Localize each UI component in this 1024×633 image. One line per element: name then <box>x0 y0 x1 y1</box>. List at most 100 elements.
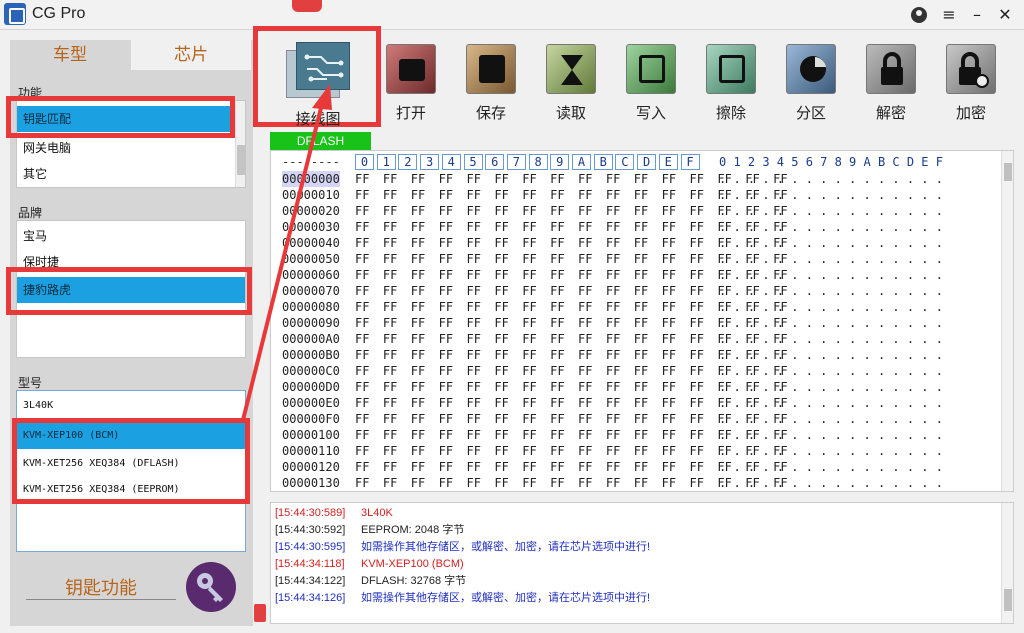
decrypt-button[interactable]: 解密 <box>860 44 922 126</box>
erase-button[interactable]: 擦除 <box>700 44 762 126</box>
hex-ascii-row: . . . . . . . . . . . . . . . . <box>719 204 943 218</box>
log-message: 3L40K <box>361 507 393 519</box>
write-label: 写入 <box>635 104 666 122</box>
key-function-label[interactable]: 钥匙功能 <box>26 574 176 600</box>
hex-ascii-row: . . . . . . . . . . . . . . . . <box>719 332 943 346</box>
hex-ascii-row: . . . . . . . . . . . . . . . . <box>719 316 943 330</box>
hex-column-header: 6 <box>485 154 505 170</box>
hex-address: 000000E0 <box>282 396 340 410</box>
hex-column-header: D <box>637 154 657 170</box>
hex-column-header: C <box>615 154 635 170</box>
function-item[interactable]: 其它 <box>17 161 245 187</box>
hex-ascii-row: . . . . . . . . . . . . . . . . <box>719 300 943 314</box>
tab-chip[interactable]: 芯片 <box>131 40 251 70</box>
hex-ascii-row: . . . . . . . . . . . . . . . . <box>719 188 943 202</box>
log-panel: [15:44:30:589] 3L40K [15:44:30:592] EEPROM:… <box>270 502 1014 624</box>
memory-type-tag[interactable]: DFLASH <box>270 132 371 150</box>
partition-label: 分区 <box>795 104 826 122</box>
log-scrollbar[interactable] <box>1001 503 1013 623</box>
log-message: 如需操作其他存储区，或解密、加密，请在芯片选项中进行! <box>361 592 651 604</box>
hex-column-header: B <box>593 154 613 170</box>
read-label: 读取 <box>555 104 586 122</box>
usb-icon <box>254 604 266 622</box>
ascii-header: 0 1 2 3 4 5 6 7 8 9 A B C D E F <box>719 155 943 169</box>
user-icon[interactable] <box>908 4 930 26</box>
circuit-board-icon <box>286 40 350 100</box>
log-timestamp: [15:44:30:595] <box>275 541 346 553</box>
hex-ascii-row: . . . . . . . . . . . . . . . . <box>719 460 943 474</box>
function-scrollbar[interactable] <box>235 101 245 187</box>
pie-chart-icon <box>786 44 836 94</box>
hex-column-header: 7 <box>506 154 526 170</box>
hex-address: 00000130 <box>282 476 340 490</box>
hex-scrollbar[interactable] <box>1001 151 1013 491</box>
brand-label: 品牌 <box>18 206 43 220</box>
hex-ascii-row: . . . . . . . . . . . . . . . . <box>719 252 943 266</box>
wiring-diagram-button[interactable]: 接线图 <box>282 38 354 128</box>
hex-header-dash: -------- <box>282 155 340 169</box>
hex-editor[interactable]: -------- 0123456789ABCDEF 0 1 2 3 4 5 6 … <box>270 150 1014 492</box>
open-label: 打开 <box>395 104 426 122</box>
hex-address: 00000070 <box>282 284 340 298</box>
log-message: EEPROM: 2048 字节 <box>361 524 465 536</box>
hex-column-header: E <box>658 154 678 170</box>
tab-vehicle[interactable]: 车型 <box>10 40 130 70</box>
write-button[interactable]: 写入 <box>620 44 682 126</box>
menu-icon[interactable]: ≡ <box>938 4 960 26</box>
title-bar: CG Pro ≡ – ✕ <box>0 0 1024 30</box>
open-button[interactable]: 打开 <box>380 44 442 126</box>
model-search-value[interactable]: 3L40K <box>17 393 245 419</box>
hex-ascii-row: . . . . . . . . . . . . . . . . <box>719 268 943 282</box>
hex-address: 000000F0 <box>282 412 340 426</box>
hex-address: 00000120 <box>282 460 340 474</box>
hex-address: 00000100 <box>282 428 340 442</box>
log-line: [15:44:30:595] 如需操作其他存储区，或解密、加密，请在芯片选项中进行… <box>275 539 650 556</box>
minimize-icon[interactable]: – <box>966 4 988 26</box>
hex-ascii-row: . . . . . . . . . . . . . . . . <box>719 380 943 394</box>
save-label: 保存 <box>475 104 506 122</box>
lock-icon <box>866 44 916 94</box>
read-button[interactable]: 读取 <box>540 44 602 126</box>
log-line: [15:44:30:589] 3L40K <box>275 505 393 522</box>
save-button[interactable]: 保存 <box>460 44 522 126</box>
model-label: 型号 <box>18 376 43 390</box>
highlight-brand <box>6 267 252 315</box>
hex-ascii-row: . . . . . . . . . . . . . . . . <box>719 428 943 442</box>
function-item[interactable]: 网关电脑 <box>17 135 245 161</box>
search-tab-icon[interactable] <box>292 0 322 12</box>
log-timestamp: [15:44:30:592] <box>275 524 346 536</box>
hourglass-icon <box>546 44 596 94</box>
hex-ascii-row: . . . . . . . . . . . . . . . . <box>719 172 943 186</box>
log-message: 如需操作其他存储区，或解密、加密，请在芯片选项中进行! <box>361 541 651 553</box>
hex-address: 00000020 <box>282 204 340 218</box>
hex-ascii-row: . . . . . . . . . . . . . . . . <box>719 284 943 298</box>
key-icon[interactable] <box>186 562 236 612</box>
hex-column-header: 3 <box>420 154 440 170</box>
wiring-label: 接线图 <box>295 110 341 128</box>
hex-address: 00000110 <box>282 444 340 458</box>
decrypt-label: 解密 <box>875 104 906 122</box>
encrypt-button[interactable]: 加密 <box>940 44 1002 126</box>
encrypt-label: 加密 <box>955 104 986 122</box>
erase-label: 擦除 <box>715 104 746 122</box>
hex-address: 000000D0 <box>282 380 340 394</box>
hex-address: 00000030 <box>282 220 340 234</box>
hex-column-header: 5 <box>463 154 483 170</box>
hex-address: 000000A0 <box>282 332 340 346</box>
log-line: [15:44:30:592] EEPROM: 2048 字节 <box>275 522 464 539</box>
log-timestamp: [15:44:34:118] <box>275 558 345 570</box>
hex-ascii-row: . . . . . . . . . . . . . . . . <box>719 444 943 458</box>
log-line: [15:44:34:118] KVM-XEP100 (BCM) <box>275 556 464 573</box>
log-timestamp: [15:44:34:126] <box>275 592 346 604</box>
hex-ascii-row: . . . . . . . . . . . . . . . . <box>719 364 943 378</box>
folder-icon <box>386 44 436 94</box>
close-icon[interactable]: ✕ <box>994 4 1016 26</box>
hex-address: 00000060 <box>282 268 340 282</box>
hex-ascii-row: . . . . . . . . . . . . . . . . <box>719 412 943 426</box>
partition-button[interactable]: 分区 <box>780 44 842 126</box>
hex-address: 00000080 <box>282 300 340 314</box>
brand-item[interactable]: 宝马 <box>17 223 245 249</box>
hex-column-header: 8 <box>528 154 548 170</box>
app-logo-icon <box>4 3 26 25</box>
hex-ascii-row: . . . . . . . . . . . . . . . . <box>719 236 943 250</box>
